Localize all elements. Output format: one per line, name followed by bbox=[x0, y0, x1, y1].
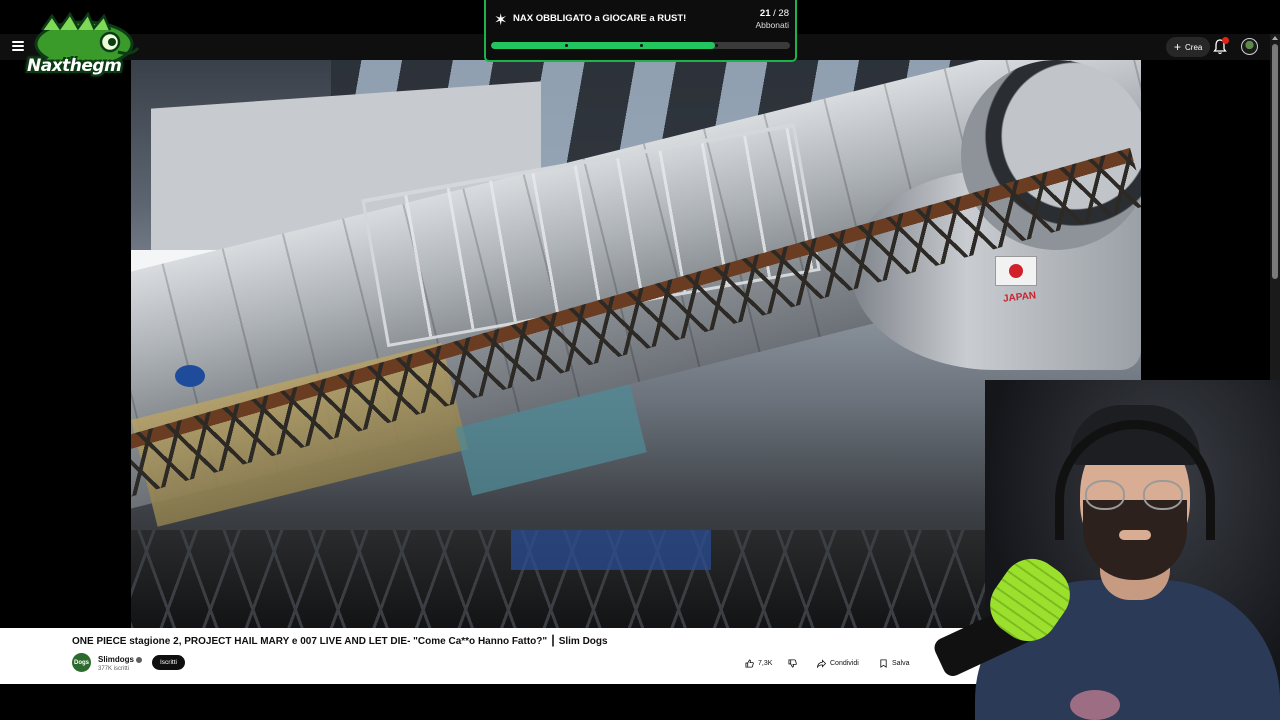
nasa-logo-icon bbox=[175, 365, 205, 387]
goal-progress-fill bbox=[491, 42, 716, 49]
dislike-button[interactable] bbox=[788, 656, 797, 670]
create-button[interactable]: + Crea bbox=[1166, 37, 1211, 57]
save-icon bbox=[880, 658, 887, 668]
japan-flag-icon bbox=[995, 256, 1037, 286]
goal-marker bbox=[565, 44, 568, 47]
webcam-overlay bbox=[905, 380, 1280, 720]
thumbs-up-icon bbox=[745, 658, 754, 668]
channel-avatar[interactable]: Dogs bbox=[72, 653, 91, 672]
share-icon bbox=[817, 658, 826, 668]
logo-text: Naxthegm bbox=[27, 56, 122, 76]
glasses-right bbox=[1143, 480, 1183, 510]
thumbs-down-icon bbox=[788, 658, 797, 668]
avatar[interactable] bbox=[1241, 38, 1258, 55]
goal-unit: Abbonati bbox=[755, 20, 789, 30]
goal-title: NAX OBBLIGATO a GIOCARE a RUST! bbox=[513, 13, 687, 24]
like-button[interactable]: 7,3K bbox=[745, 656, 772, 670]
subscriber-goal-widget: ✶ NAX OBBLIGATO a GIOCARE a RUST! 21 / 2… bbox=[484, 0, 797, 62]
channel-name-row[interactable]: Slimdogs bbox=[98, 655, 143, 664]
goal-current: 21 bbox=[759, 8, 771, 19]
create-label: Crea bbox=[1185, 42, 1203, 52]
share-label: Condividi bbox=[830, 659, 859, 667]
star-icon: ✶ bbox=[494, 12, 508, 29]
video-scene-blue-screen bbox=[511, 530, 711, 570]
scroll-up-arrow[interactable] bbox=[1272, 36, 1278, 40]
channel-initials: Dogs bbox=[74, 659, 89, 666]
goal-count: 21 / 28 bbox=[760, 8, 789, 19]
video-title: ONE PIECE stagione 2, PROJECT HAIL MARY … bbox=[72, 636, 608, 647]
scroll-thumb[interactable] bbox=[1272, 44, 1278, 279]
goal-progress-bar bbox=[491, 42, 790, 49]
plus-icon: + bbox=[1174, 40, 1182, 54]
channel-name: Slimdogs bbox=[98, 655, 135, 664]
notification-badge bbox=[1222, 37, 1229, 44]
goal-marker bbox=[640, 44, 643, 47]
share-button[interactable]: Condividi bbox=[817, 656, 859, 670]
like-count: 7,3K bbox=[758, 659, 773, 667]
shirt-print bbox=[1070, 690, 1120, 720]
subscribe-button[interactable]: Iscritti bbox=[152, 655, 185, 670]
verified-icon bbox=[136, 656, 143, 663]
glasses-left bbox=[1085, 480, 1125, 510]
goal-target: 28 bbox=[778, 8, 789, 19]
goal-separator: / bbox=[773, 8, 776, 19]
stream-logo: Naxthegm bbox=[22, 11, 146, 92]
channel-subscribers: 377K iscritti bbox=[98, 666, 130, 672]
goal-marker bbox=[715, 44, 718, 47]
